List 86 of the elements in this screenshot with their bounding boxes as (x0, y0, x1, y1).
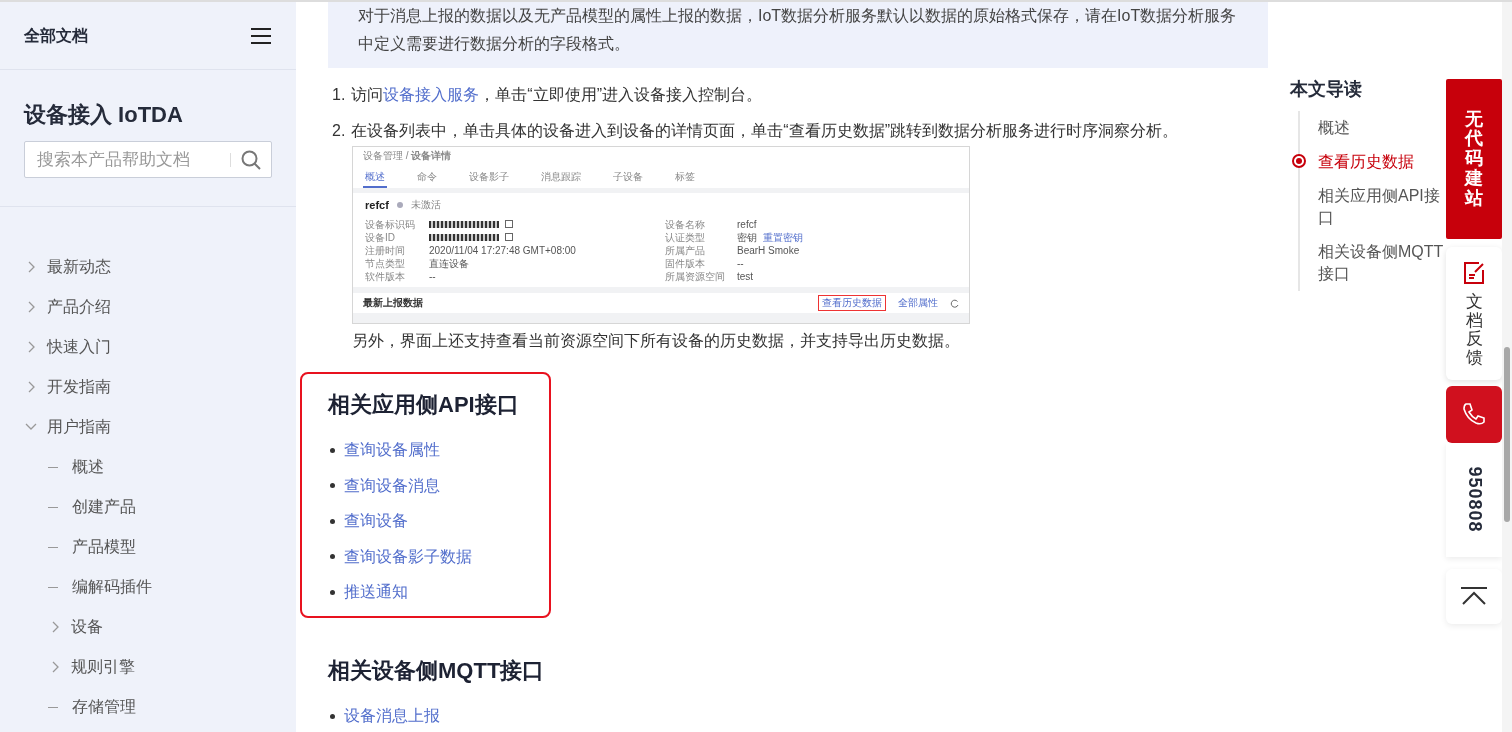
status-text: 未激活 (410, 199, 441, 211)
scrollbar-thumb[interactable] (1504, 347, 1510, 522)
nav-item[interactable]: 最新动态 (47, 255, 111, 279)
field-value: 2020/11/04 17:27:48 GMT+08:00 (429, 245, 576, 257)
bullet (330, 447, 335, 453)
action-link[interactable]: 全部属性 (894, 295, 942, 311)
field-value: test (737, 271, 754, 283)
field-label: 所属资源空间 (665, 271, 726, 283)
search-field[interactable]: 搜索本产品帮助文档 (24, 141, 272, 178)
section-heading: 相关设备侧MQTT接口 (328, 657, 545, 685)
toc-item[interactable]: 相关设备侧MQTT接口 (1318, 235, 1446, 291)
toc-title: 本文导读 (1290, 78, 1363, 101)
sidebar-header: 全部文档 (24, 25, 88, 46)
nav-item[interactable]: 开发指南 (47, 375, 111, 399)
bullet (330, 554, 335, 560)
nav-item[interactable]: 产品介绍 (47, 295, 111, 319)
feedback-button[interactable]: 文档反馈 (1446, 247, 1502, 380)
toc-item[interactable]: 概述 (1318, 111, 1446, 145)
selected-marker-icon (1292, 154, 1306, 168)
edit-note-icon (1462, 261, 1486, 285)
field-label: 设备标识码 (365, 219, 416, 231)
field-value: BearH Smoke (737, 245, 800, 257)
reset-link[interactable]: 重置密钥 (763, 232, 803, 244)
api-link[interactable]: 查询设备影子数据 (344, 544, 472, 569)
field-label: 节点类型 (365, 258, 406, 270)
bullet (330, 518, 335, 524)
tab[interactable]: 命令 (415, 168, 439, 188)
step-number: 1. (332, 85, 346, 105)
step-number: 2. (332, 121, 346, 141)
tab[interactable]: 子设备 (611, 168, 645, 188)
field-label: 认证类型 (665, 232, 706, 244)
field-label: 设备名称 (665, 219, 706, 231)
bullet (330, 483, 335, 489)
nav-item[interactable]: 产品模型 (72, 535, 136, 559)
status-dot-icon (396, 202, 403, 208)
refresh-icon (950, 298, 959, 308)
phone-icon (1461, 401, 1487, 428)
paragraph: 另外，界面上还支持查看当前资源空间下所有设备的历史数据，并支持导出历史数据。 (352, 331, 961, 351)
action-link[interactable]: 查看历史数据 (818, 295, 886, 311)
api-link[interactable]: 推送通知 (344, 580, 408, 605)
nav-item[interactable]: 快速入门 (47, 335, 111, 359)
nav-item[interactable]: 设备 (71, 615, 103, 639)
field-label: 所属产品 (665, 245, 706, 257)
field-value: 直连设备 (429, 258, 469, 270)
bullet (330, 713, 335, 719)
section-title: 最新上报数据 (363, 297, 423, 309)
step-text: 访问设备接入服务，单击“立即使用”进入设备接入控制台。 (351, 85, 762, 105)
nav-item[interactable]: 概述 (72, 455, 104, 479)
field-label: 软件版本 (365, 271, 406, 283)
section-heading: 相关应用侧API接口 (328, 392, 519, 419)
nav-item[interactable]: 用户指南 (47, 415, 111, 439)
field-label: 注册时间 (365, 245, 406, 257)
device-name: refcf (365, 199, 389, 211)
product-title: 设备接入 IoTDA (24, 101, 184, 129)
toc-item[interactable]: 查看历史数据 (1318, 145, 1446, 179)
field-value: refcf (737, 219, 757, 231)
nav-item[interactable]: 编解码插件 (72, 575, 152, 599)
api-link[interactable]: 查询设备消息 (344, 473, 440, 498)
field-label: 固件版本 (665, 258, 706, 270)
link[interactable]: 设备接入服务 (383, 86, 480, 103)
tab[interactable]: 设备影子 (467, 168, 511, 188)
field-value: 密钥 (737, 232, 757, 244)
api-link[interactable]: 查询设备 (344, 509, 408, 534)
back-to-top-icon (1460, 586, 1488, 607)
nav-item[interactable]: 规则引擎 (71, 655, 135, 679)
promo-button[interactable]: 无代码建站 (1446, 79, 1502, 239)
tab[interactable]: 标签 (673, 168, 697, 188)
phone-button[interactable] (1446, 385, 1502, 443)
bullet (330, 589, 335, 595)
field-value: -- (429, 271, 436, 283)
hotline-number: 950808 (1463, 466, 1486, 533)
field-value: -- (737, 258, 744, 270)
search-icon (241, 149, 261, 170)
api-link[interactable]: 设备消息上报 (344, 704, 440, 729)
back-to-top-button[interactable] (1446, 568, 1502, 624)
breadcrumb: 设备管理 / 设备详情 (363, 150, 453, 162)
nav-item[interactable]: 存储管理 (72, 695, 136, 719)
note-text: 对于消息上报的数据以及无产品模型的属性上报的数据，IoT数据分析服务默认以数据的原始格式保存，请在IoT数据分析服务中定义需要进行数据分析的字段格式。 (358, 6, 1238, 54)
tab[interactable]: 概述 (363, 168, 387, 188)
nav-item[interactable]: 创建产品 (72, 495, 136, 519)
toc-item[interactable]: 相关应用侧API接口 (1318, 179, 1446, 235)
menu-icon (250, 27, 272, 46)
api-link[interactable]: 查询设备属性 (344, 438, 440, 463)
step-text: 在设备列表中，单击具体的设备进入到设备的详情页面，单击“查看历史数据”跳转到数据分析服务进行时序洞察分析。 (351, 121, 1178, 141)
tab[interactable]: 消息跟踪 (539, 168, 583, 188)
field-label: 设备ID (365, 232, 396, 244)
